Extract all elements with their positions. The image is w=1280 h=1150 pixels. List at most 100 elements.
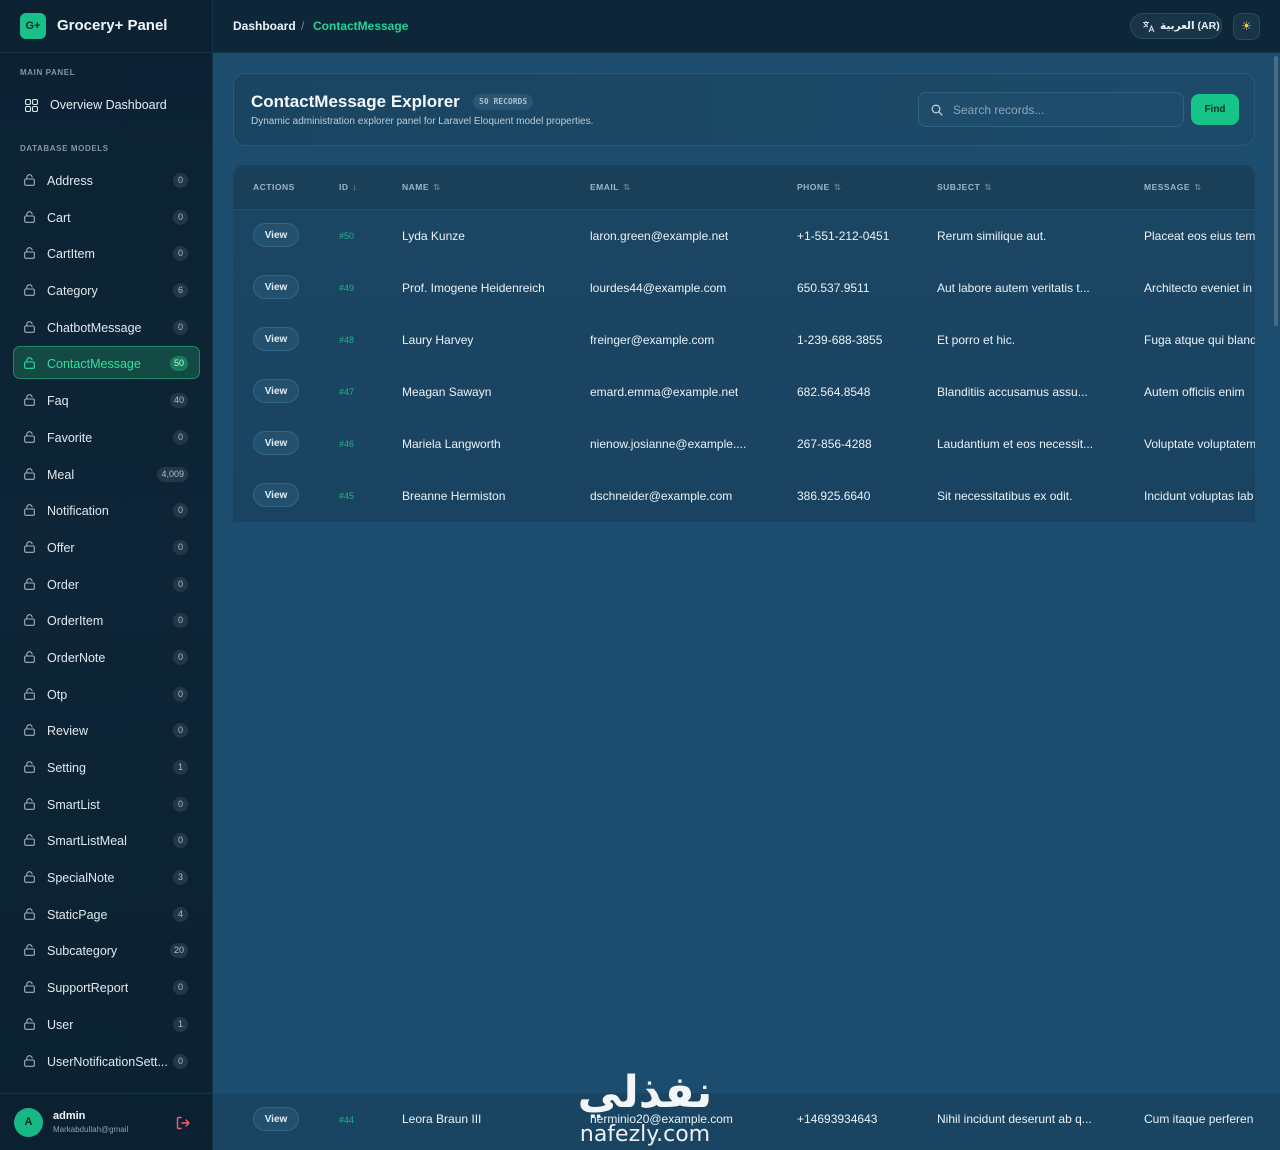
cell-message: Incidunt voluptas lab [1144, 489, 1254, 503]
sidebar-item-smartlistmeal[interactable]: SmartListMeal 0 [13, 823, 200, 856]
view-button[interactable]: View [253, 223, 299, 247]
table-row: View #46 Mariela Langworth nienow.josianne@… [233, 418, 1255, 470]
sidebar-item-contactmessage[interactable]: ContactMessage 50 [13, 346, 200, 380]
lock-icon [24, 871, 35, 883]
column-phone[interactable]: PHONE ⇅ [797, 182, 841, 193]
cell-name: Mariela Langworth [402, 437, 501, 451]
table-row: View #45 Breanne Hermiston dschneider@examp… [233, 470, 1255, 522]
cell-id: #46 [339, 439, 355, 449]
cell-name: Meagan Sawayn [402, 385, 492, 399]
column-name[interactable]: NAME ⇅ [402, 182, 441, 193]
lock-icon [24, 614, 35, 627]
view-button[interactable]: View [253, 275, 299, 299]
count-badge: 6 [173, 283, 188, 299]
logout-icon[interactable] [175, 1115, 191, 1131]
lock-icon [24, 577, 35, 590]
language-switch-button[interactable]: العربية (AR) [1130, 13, 1222, 39]
sidebar-item-offer[interactable]: Offer 0 [13, 530, 200, 563]
cell-phone: 682.564.8548 [797, 385, 871, 399]
column-email-label: EMAIL [590, 182, 619, 192]
sidebar-item-specialnote[interactable]: SpecialNote 3 [13, 860, 200, 893]
sidebar-item-usernotificationsett[interactable]: UserNotificationSett... 0 [13, 1044, 200, 1077]
cell-message: Cum itaque perferen [1144, 1112, 1254, 1126]
count-badge: 4 [173, 906, 188, 922]
sidebar-item-otp[interactable]: Otp 0 [13, 677, 200, 710]
theme-toggle-button[interactable]: ☀ [1233, 13, 1260, 40]
cell-id: #50 [339, 231, 355, 241]
user-profile: A admin Markabdullah@gmail [0, 1093, 213, 1150]
column-email[interactable]: EMAIL ⇅ [590, 182, 631, 193]
table-row: View #49 Prof. Imogene Heidenreich lourdes4… [233, 262, 1255, 314]
lock-icon [24, 1018, 35, 1030]
records-table: ACTIONS ID ↓ NAME ⇅ EMAIL ⇅ PHONE ⇅ SUBJECT ⇅… [233, 165, 1255, 522]
sidebar-item-chatbotmessage[interactable]: ChatbotMessage 0 [13, 310, 200, 343]
page-scrollbar[interactable] [1274, 56, 1278, 326]
search-input[interactable] [953, 93, 1178, 126]
sidebar-item-label: SupportReport [47, 981, 129, 996]
view-button[interactable]: View [253, 327, 299, 351]
sidebar-item-staticpage[interactable]: StaticPage 4 [13, 897, 200, 930]
sidebar-item-meal[interactable]: Meal 4,009 [13, 457, 200, 490]
breadcrumb-dashboard[interactable]: Dashboard [233, 19, 296, 33]
sidebar-item-order[interactable]: Order 0 [13, 567, 200, 600]
sidebar-item-address[interactable]: Address 0 [13, 163, 200, 196]
sidebar-item-user[interactable]: User 1 [13, 1007, 200, 1040]
sidebar-item-setting[interactable]: Setting 1 [13, 750, 200, 783]
column-subject[interactable]: SUBJECT ⇅ [937, 182, 992, 193]
sidebar-item-label: Review [47, 724, 88, 739]
page-title: ContactMessage Explorer [251, 92, 460, 111]
column-message-label: MESSAGE [1144, 182, 1191, 192]
cell-name: Leora Braun III [402, 1112, 482, 1126]
avatar[interactable]: A [14, 1108, 43, 1137]
table-header: ACTIONS ID ↓ NAME ⇅ EMAIL ⇅ PHONE ⇅ SUBJECT ⇅… [233, 165, 1255, 210]
sort-icon: ⇅ [833, 182, 842, 192]
brand-logo: G+ [20, 13, 46, 39]
view-button[interactable]: View [253, 431, 299, 455]
cell-name: Laury Harvey [402, 333, 474, 347]
count-badge: 0 [173, 319, 188, 335]
cell-id: #45 [339, 491, 355, 501]
sidebar-item-notification[interactable]: Notification 0 [13, 493, 200, 526]
sidebar-item-cartitem[interactable]: CartItem 0 [13, 236, 200, 269]
count-badge: 0 [173, 539, 188, 555]
sidebar-item-subcategory[interactable]: Subcategory 20 [13, 933, 200, 966]
brand[interactable]: G+ Grocery+ Panel [0, 0, 213, 53]
view-button[interactable]: View [253, 379, 299, 403]
sidebar-item-supportreport[interactable]: SupportReport 0 [13, 970, 200, 1003]
view-button[interactable]: View [253, 1107, 299, 1131]
lock-icon [24, 431, 35, 443]
watermark-logo: نفذلي nafezly.com [560, 1066, 730, 1150]
sidebar-item-faq[interactable]: Faq 40 [13, 383, 200, 416]
overview-dashboard-link[interactable]: Overview Dashboard [14, 88, 200, 122]
cell-subject: Laudantium et eos necessit... [937, 437, 1094, 451]
sidebar-item-category[interactable]: Category 6 [13, 273, 200, 306]
cell-subject: Aut labore autem veritatis t... [937, 281, 1090, 295]
sidebar-item-cart[interactable]: Cart 0 [13, 200, 200, 233]
breadcrumb-separator: / [301, 19, 305, 33]
sidebar-item-favorite[interactable]: Favorite 0 [13, 420, 200, 453]
sidebar-item-review[interactable]: Review 0 [13, 713, 200, 746]
cell-id: #47 [339, 387, 355, 397]
count-badge: 0 [173, 833, 188, 849]
breadcrumb-current: ContactMessage [313, 19, 409, 33]
cell-phone: 1-239-688-3855 [797, 333, 883, 347]
cell-name: Lyda Kunze [402, 229, 465, 243]
user-name: admin [53, 1110, 86, 1122]
lock-icon [24, 541, 35, 553]
cell-message: Placeat eos eius tem [1144, 229, 1255, 243]
sidebar-item-orderitem[interactable]: OrderItem 0 [13, 603, 200, 636]
count-badge: 0 [173, 246, 188, 262]
records-badge: 50 RECORDS [473, 94, 534, 110]
lock-icon [24, 907, 35, 920]
sidebar-item-ordernote[interactable]: OrderNote 0 [13, 640, 200, 673]
lock-icon [24, 247, 35, 260]
lock-icon [24, 394, 35, 406]
column-id[interactable]: ID ↓ [339, 182, 357, 192]
find-button[interactable]: Find [1191, 94, 1239, 125]
column-message[interactable]: MESSAGE ⇅ [1144, 182, 1202, 193]
cell-phone: +14693934643 [797, 1112, 878, 1126]
column-phone-label: PHONE [797, 182, 830, 192]
view-button[interactable]: View [253, 483, 299, 507]
sidebar-item-smartlist[interactable]: SmartList 0 [13, 787, 200, 820]
sidebar-nav: Address 0 Cart 0 CartItem 0 Category 6 ChatbotMe… [13, 163, 200, 1080]
